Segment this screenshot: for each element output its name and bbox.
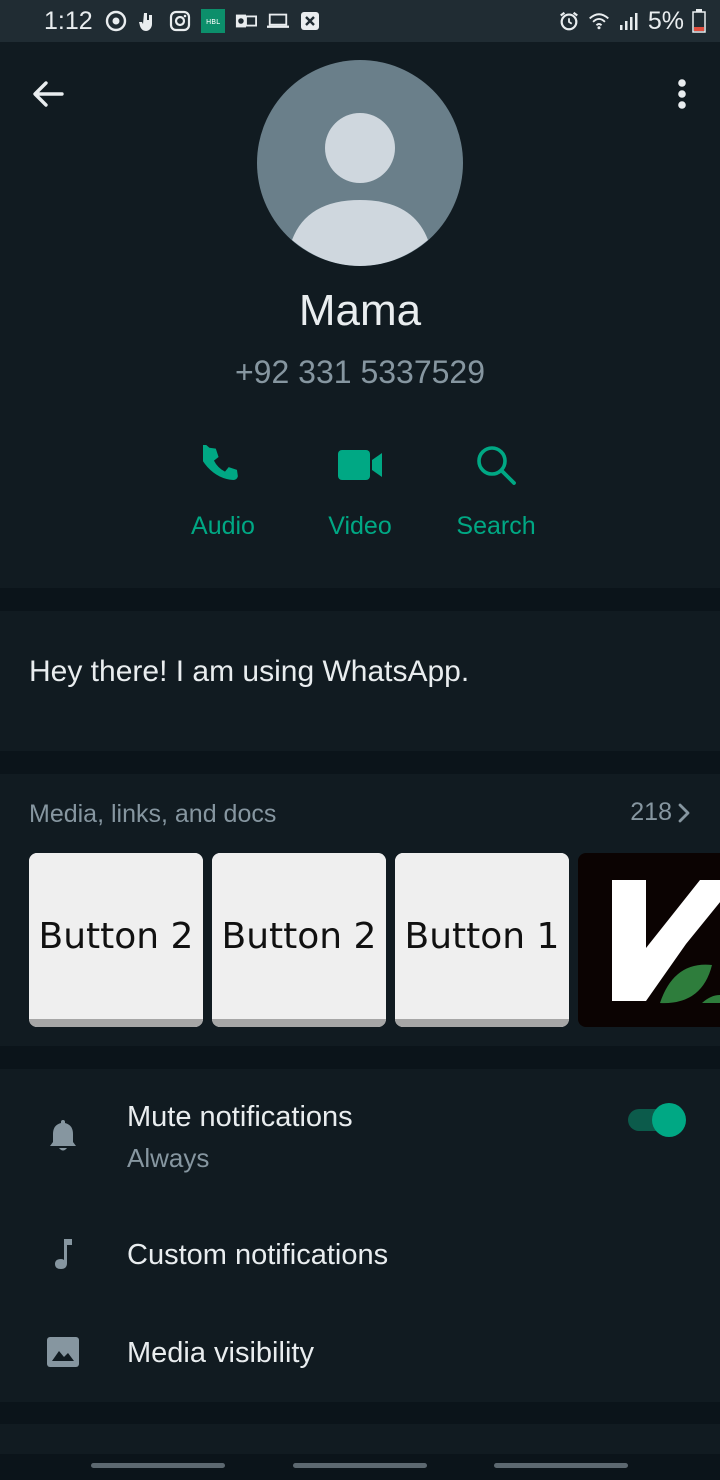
media-title: Media, links, and docs (29, 800, 277, 828)
media-thumbnail[interactable]: Button 1 (395, 853, 569, 1027)
default-person-icon (292, 113, 428, 266)
media-section: Media, links, and docs 218 Button 2 Butt… (0, 774, 720, 1046)
next-section-peek (0, 1424, 720, 1454)
custom-notifications-title: Custom notifications (127, 1239, 389, 1271)
profile-header: Mama +92 331 5337529 Audio Video Search (0, 42, 720, 588)
thumbnail-text: Button 1 (404, 915, 560, 957)
phone-icon (203, 445, 238, 480)
media-count-link[interactable]: 218 (630, 798, 690, 827)
back-button[interactable] (24, 70, 72, 118)
media-thumbnail[interactable]: Button 2 (212, 853, 386, 1027)
instagram-icon (169, 10, 191, 32)
media-thumbnail[interactable]: Button 2 (29, 853, 203, 1027)
more-options-button[interactable] (658, 70, 706, 118)
wifi-icon (588, 10, 610, 32)
battery-percent: 5% (647, 6, 684, 35)
image-icon (47, 1337, 79, 1367)
search-button[interactable]: Search (426, 440, 566, 560)
thumbnail-text: Button 2 (221, 915, 377, 957)
media-thumbnails: Button 2 Button 2 Button 1 (29, 853, 720, 1027)
mute-subtitle: Always (127, 1143, 210, 1173)
x-icon (299, 10, 321, 32)
notification-icons: HBL (105, 9, 321, 33)
audio-label: Audio (191, 512, 255, 540)
chevron-right-icon (678, 803, 690, 822)
hbl-icon: HBL (200, 9, 225, 33)
media-visibility-title: Media visibility (127, 1337, 314, 1369)
system-icons: 5% (558, 7, 706, 36)
sync-icon (105, 10, 127, 32)
nav-pill-left[interactable] (91, 1463, 225, 1468)
media-thumbnail[interactable] (578, 853, 720, 1027)
video-camera-icon (338, 450, 382, 480)
notification-settings: Mute notifications Always Custom notific… (0, 1069, 720, 1402)
more-vertical-icon (678, 79, 686, 109)
contact-phone: +92 331 5337529 (234, 354, 486, 390)
custom-notifications-row[interactable]: Custom notifications (0, 1209, 720, 1303)
laptop-icon (266, 10, 289, 32)
mute-notifications-row[interactable]: Mute notifications Always (0, 1069, 720, 1193)
thumbnail-text: Button 2 (38, 915, 194, 957)
audio-call-button[interactable]: Audio (153, 440, 293, 560)
status-bar: 1:12 HBL 5% (0, 0, 720, 42)
battery-icon (692, 9, 706, 33)
media-visibility-row[interactable]: Media visibility (0, 1305, 720, 1399)
quick-actions: Audio Video Search (0, 440, 720, 560)
search-icon (477, 446, 516, 485)
signal-icon (618, 10, 640, 32)
music-note-icon (55, 1239, 72, 1269)
gesture-nav-bar (0, 1454, 720, 1480)
k-logo-image (612, 880, 720, 1004)
about-section[interactable]: Hey there! I am using WhatsApp. (0, 611, 720, 751)
alarm-icon (558, 10, 580, 32)
search-label: Search (456, 512, 536, 540)
contact-name: Mama (298, 286, 422, 335)
video-call-button[interactable]: Video (290, 440, 430, 560)
svg-text:HBL: HBL (206, 18, 220, 26)
nav-pill-center[interactable] (293, 1463, 427, 1468)
status-time: 1:12 (44, 6, 93, 35)
video-label: Video (328, 512, 392, 540)
bell-icon (50, 1120, 76, 1151)
arrow-left-icon (33, 81, 64, 107)
about-text: Hey there! I am using WhatsApp. (29, 655, 470, 688)
nav-pill-right[interactable] (494, 1463, 628, 1468)
hand-icon (137, 10, 159, 32)
mute-title: Mute notifications (127, 1101, 353, 1133)
media-count: 218 (630, 798, 672, 826)
outlook-icon (235, 10, 257, 32)
avatar[interactable] (257, 60, 463, 266)
mute-toggle[interactable] (628, 1103, 686, 1137)
